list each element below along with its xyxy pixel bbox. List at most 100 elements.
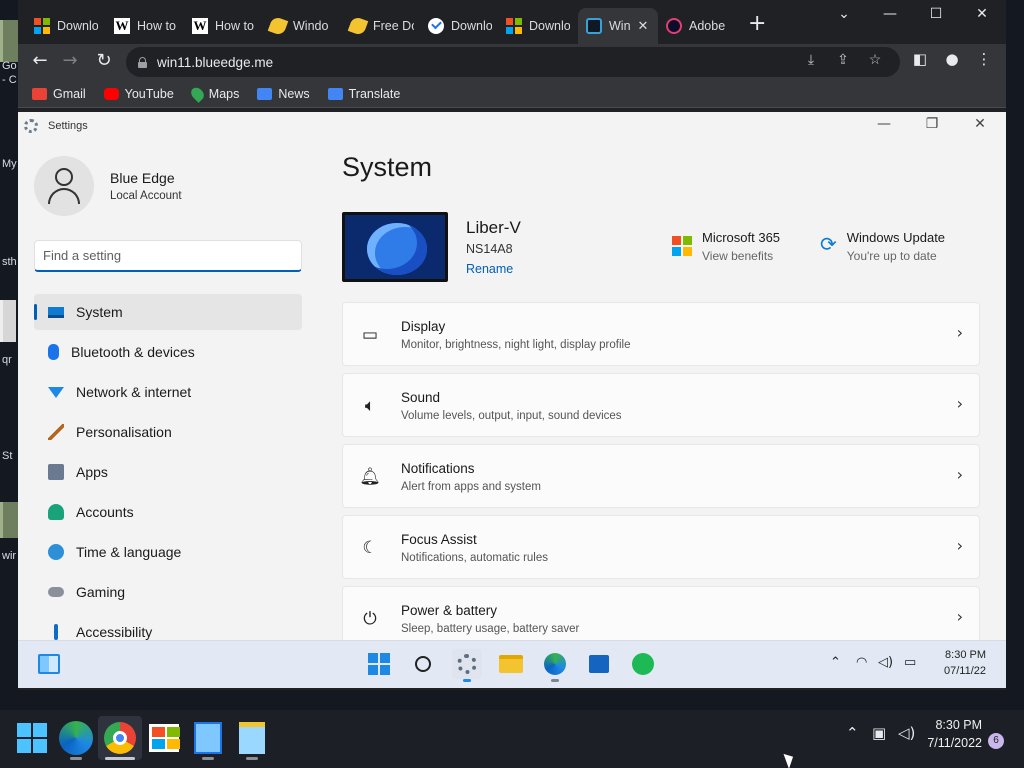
- settings-icon[interactable]: [452, 649, 482, 682]
- start-icon[interactable]: [10, 716, 54, 760]
- edge-icon[interactable]: [54, 716, 98, 760]
- display-icon: [48, 306, 64, 318]
- minimize-icon[interactable]: —: [870, 116, 898, 132]
- sidebar-item-time-language[interactable]: Time & language: [34, 534, 302, 570]
- archive-app-icon[interactable]: [230, 716, 274, 760]
- device-model: NS14A8: [466, 242, 513, 256]
- host-clock[interactable]: 8:30 PM 7/11/2022: [900, 716, 982, 752]
- browser-tab-active[interactable]: Win ✕: [578, 8, 658, 44]
- restore-icon[interactable]: ❐: [918, 116, 946, 132]
- file-explorer-icon[interactable]: [496, 649, 526, 679]
- sidebar-item-personalisation[interactable]: Personalisation: [34, 414, 302, 450]
- browser-tab[interactable]: W How to: [184, 8, 264, 44]
- inner-clock[interactable]: 8:30 PM 07/11/22: [914, 647, 986, 679]
- browser-toolbar: ← → ↻ win11.blueedge.me ⤓ ⇪ ☆ ◧ ● ⋮: [18, 44, 1006, 80]
- chevron-up-icon[interactable]: ⌃: [830, 655, 841, 670]
- search-icon[interactable]: [408, 649, 438, 679]
- forward-icon[interactable]: →: [58, 50, 82, 71]
- browser-tab[interactable]: Downlo: [26, 8, 106, 44]
- sidebar-item-accounts[interactable]: Accounts: [34, 494, 302, 530]
- start-icon[interactable]: [364, 649, 394, 679]
- quick-link-windows-update[interactable]: ⟳ Windows Update You're up to date: [820, 230, 945, 263]
- chevron-up-icon[interactable]: ⌃: [846, 724, 859, 742]
- youtube-icon: [103, 87, 119, 100]
- spotify-icon[interactable]: [628, 649, 658, 679]
- clock-date: 07/11/22: [943, 665, 986, 677]
- sidebar-item-label: Accessibility: [76, 624, 153, 640]
- address-bar[interactable]: win11.blueedge.me ⤓ ⇪ ☆: [126, 47, 900, 77]
- reload-icon[interactable]: ↻: [92, 50, 116, 71]
- wifi-icon[interactable]: ◠: [856, 655, 867, 670]
- bookmark-youtube[interactable]: YouTube: [103, 87, 174, 101]
- edge-icon[interactable]: [540, 649, 570, 682]
- tab-title: Downlo: [451, 19, 492, 33]
- card-title: Focus Assist: [401, 532, 477, 547]
- profile-account: Local Account: [110, 190, 182, 202]
- card-subtitle: Sleep, battery usage, battery saver: [401, 623, 580, 635]
- card-subtitle: Alert from apps and system: [401, 481, 541, 493]
- star-icon[interactable]: ☆: [864, 51, 886, 68]
- widgets-icon[interactable]: [34, 649, 64, 679]
- card-focus-assist[interactable]: ☾ Focus Assist Notifications, automatic …: [342, 515, 980, 579]
- network-icon[interactable]: ▣: [872, 724, 886, 742]
- profile-icon[interactable]: ●: [940, 50, 964, 68]
- menu-icon[interactable]: ⋮: [972, 50, 996, 68]
- back-icon[interactable]: ←: [28, 50, 52, 71]
- card-notifications[interactable]: 🔔︎ Notifications Alert from apps and sys…: [342, 444, 980, 508]
- adobe-icon: [666, 18, 682, 34]
- volume-icon[interactable]: ◁): [878, 655, 893, 670]
- update-icon: ⟳: [820, 232, 837, 256]
- browser-tab[interactable]: Windo: [262, 8, 342, 44]
- browser-tab[interactable]: Adobe: [658, 8, 738, 44]
- sidebar-nav: System Bluetooth & devices Network & int…: [34, 294, 302, 654]
- sidebar-item-network[interactable]: Network & internet: [34, 374, 302, 410]
- sidebar-item-system[interactable]: System: [34, 294, 302, 330]
- bookmark-label: Gmail: [53, 86, 86, 101]
- chevron-right-icon: ›: [956, 394, 963, 413]
- search-input[interactable]: [34, 240, 302, 272]
- close-icon[interactable]: ✕: [962, 6, 1002, 22]
- inner-taskbar: ⌃ ◠ ◁) ▭ 8:30 PM 07/11/22: [18, 640, 1006, 688]
- browser-tab[interactable]: Downlo: [498, 8, 578, 44]
- sidebar-item-apps[interactable]: Apps: [34, 454, 302, 490]
- browser-tab[interactable]: W How to: [106, 8, 186, 44]
- sidebar-item-label: Personalisation: [76, 424, 172, 440]
- store-icon[interactable]: [584, 649, 614, 679]
- bookmark-gmail[interactable]: Gmail: [32, 87, 86, 101]
- desktop-icon-label: sth: [2, 256, 17, 268]
- minimize-icon[interactable]: —: [870, 6, 910, 22]
- desktop-icon[interactable]: [0, 20, 18, 62]
- store-icon[interactable]: [142, 716, 186, 760]
- close-icon[interactable]: ✕: [966, 116, 994, 132]
- sidebar-item-bluetooth[interactable]: Bluetooth & devices: [34, 334, 302, 370]
- sidebar-item-gaming[interactable]: Gaming: [34, 574, 302, 610]
- desktop-icon[interactable]: [0, 502, 18, 538]
- browser-tab[interactable]: Free Do: [342, 8, 422, 44]
- tab-title: Downlo: [529, 19, 570, 33]
- bookmark-maps[interactable]: Maps: [188, 84, 240, 103]
- chevron-down-icon[interactable]: ⌄: [824, 6, 864, 22]
- quick-link-microsoft365[interactable]: Microsoft 365 View benefits: [672, 230, 780, 263]
- card-sound[interactable]: 🔈︎ Sound Volume levels, output, input, s…: [342, 373, 980, 437]
- install-icon[interactable]: ⤓: [800, 51, 822, 68]
- notification-badge[interactable]: 6: [988, 733, 1004, 749]
- share-icon[interactable]: ⇪: [832, 51, 854, 68]
- device-thumbnail: [342, 212, 448, 282]
- new-tab-icon[interactable]: +: [748, 12, 766, 36]
- card-display[interactable]: ▭ Display Monitor, brightness, night lig…: [342, 302, 980, 366]
- maximize-icon[interactable]: ☐: [916, 6, 956, 22]
- leaf-icon: [267, 15, 289, 37]
- side-panel-icon[interactable]: ◧: [908, 50, 932, 68]
- browser-tab[interactable]: Downlo: [420, 8, 500, 44]
- close-tab-icon[interactable]: ✕: [638, 18, 649, 34]
- win11-app-icon[interactable]: [186, 716, 230, 760]
- desktop-icon[interactable]: [0, 300, 16, 342]
- rename-link[interactable]: Rename: [466, 262, 513, 276]
- desktop-icon-label: Go: [2, 60, 17, 72]
- desktop-icon-label: qr: [2, 354, 12, 366]
- bookmark-label: Maps: [208, 86, 240, 101]
- bookmark-translate[interactable]: Translate: [327, 87, 400, 101]
- chrome-icon[interactable]: [98, 716, 142, 760]
- bookmark-news[interactable]: News: [257, 87, 310, 101]
- quick-link-title: Microsoft 365: [702, 230, 781, 245]
